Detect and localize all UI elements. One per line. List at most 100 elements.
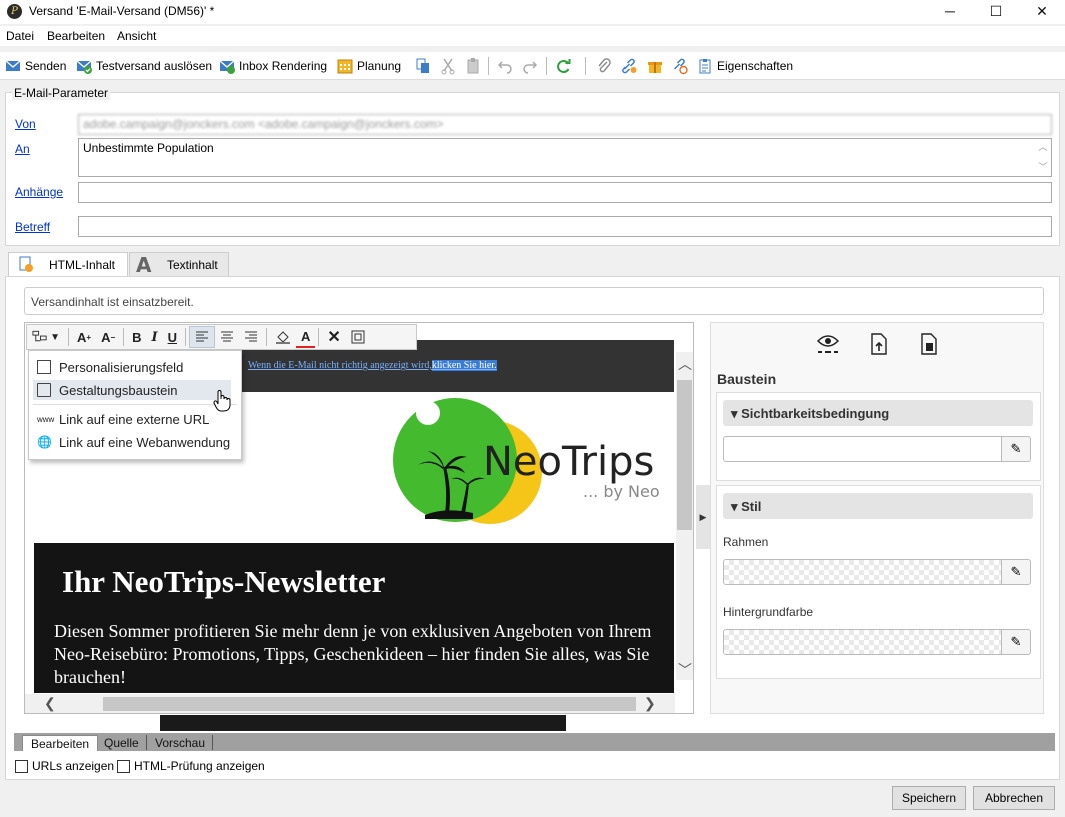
www-link-icon: www [37,414,55,424]
visibility-section-header[interactable]: ▾ Sichtbarkeitsbedingung [723,400,1033,426]
align-center-icon[interactable] [215,326,239,348]
remove-format-icon[interactable]: ✕ [322,326,345,348]
bold-icon[interactable]: B [127,326,146,348]
properties-label: Eigenschaften [717,59,794,73]
from-field[interactable]: adobe.campaign@jonckers.com <adobe.campa… [78,114,1052,135]
properties-button[interactable]: Eigenschaften [697,57,793,75]
html-check-checkbox-box[interactable] [117,759,130,773]
visibility-section-title: Sichtbarkeitsbedingung [741,406,890,421]
menu-item-personalization-field[interactable]: Personalisierungsfeld [37,357,183,377]
background-color-label: Hintergrundfarbe [723,605,814,619]
gift-icon[interactable] [647,57,663,75]
attachments-link[interactable]: Anhänge [15,185,63,199]
to-link[interactable]: An [15,142,30,156]
italic-icon[interactable]: I [147,326,163,348]
show-urls-checkbox[interactable]: URLs anzeigen [15,759,114,773]
subject-link[interactable]: Betreff [15,220,50,234]
scroll-up-icon[interactable]: ︿ [1035,139,1051,155]
menu-bearbeiten[interactable]: Bearbeiten [47,29,105,43]
visibility-condition-input[interactable] [723,436,1002,462]
test-send-button[interactable]: Testversand auslösen [76,57,212,75]
copy-icon[interactable] [415,57,431,75]
editor-horizontal-scroll-thumb[interactable] [103,697,636,711]
insert-dropdown-menu: Personalisierungsfeld Gestaltungsbaustei… [28,350,242,460]
attachments-field[interactable] [78,182,1052,203]
copy-document-icon[interactable] [919,333,939,355]
insert-block-icon [32,330,47,342]
redo-icon[interactable] [522,57,538,75]
globe-link-icon: 🌐 [37,435,52,449]
tab-separator [146,735,147,750]
scroll-down-arrow-icon[interactable]: ﹀ [678,660,692,680]
underline-icon[interactable]: U [163,326,182,348]
attachment-icon[interactable] [596,57,612,75]
undo-icon[interactable] [497,57,513,75]
font-size-decrease-icon[interactable]: A − [96,326,120,348]
upload-document-icon[interactable] [869,333,889,355]
close-window-button[interactable]: ✕ [1019,0,1065,24]
envelope-rendering-icon [219,60,235,74]
menu-item-content-block[interactable]: Gestaltungsbaustein [33,380,231,400]
scroll-down-icon[interactable]: ﹀ [1035,159,1051,175]
to-field-scrollbar[interactable]: ︿ ﹀ [1035,139,1051,176]
refresh-icon[interactable] [555,57,572,75]
properties-icon [699,59,711,74]
collapse-triangle-icon: ▾ [731,499,742,514]
edit-background-pencil-icon[interactable]: ✎ [1001,629,1031,655]
background-color-field[interactable] [723,629,1002,655]
menu-divider [33,404,237,405]
eye-preview-icon[interactable] [816,333,840,355]
send-button[interactable]: Senden [5,57,66,75]
inbox-rendering-button[interactable]: Inbox Rendering [219,57,327,75]
planning-button[interactable]: Planung [337,57,401,75]
menu-item-label: Link auf eine externe URL [59,411,210,427]
logo-subline: ... by Neo [583,482,660,501]
tab-edit[interactable]: Bearbeiten [22,735,99,751]
logo-wordmark: NeoTrips [483,439,654,485]
link-check-icon[interactable] [621,57,638,75]
cut-icon[interactable] [440,57,456,75]
hand-cursor-icon [213,390,231,412]
calendar-icon [337,59,353,74]
menu-item-web-application[interactable]: 🌐 Link auf eine Webanwendung [37,432,230,452]
border-value-field[interactable] [723,559,1002,585]
editor-vertical-scroll-thumb[interactable] [677,380,692,530]
font-color-icon[interactable]: A [296,326,316,348]
insert-table-icon[interactable] [346,326,370,348]
from-link[interactable]: Von [15,117,36,131]
paste-icon[interactable] [465,57,481,75]
edit-visibility-pencil-icon[interactable]: ✎ [1001,436,1031,462]
panel-splitter-chevron-right-icon[interactable]: ▶ [696,485,710,549]
menu-datei[interactable]: Datei [6,29,34,43]
tab-preview[interactable]: Vorschau [147,735,213,751]
style-section-header[interactable]: ▾ Stil [723,493,1033,519]
menu-item-external-url[interactable]: www Link auf eine externe URL [37,409,209,429]
align-right-icon[interactable] [239,326,263,348]
subject-field[interactable] [78,216,1052,237]
insert-dropdown-button[interactable]: ▼ [27,326,65,348]
menu-ansicht[interactable]: Ansicht [117,29,156,43]
block-panel-title: Baustein [717,371,777,387]
minimize-button[interactable]: ─ [927,0,973,24]
edit-border-pencil-icon[interactable]: ✎ [1001,559,1031,585]
fill-color-icon[interactable] [270,326,296,348]
show-urls-checkbox-box[interactable] [15,759,28,773]
view-in-browser-link[interactable]: Wenn die E-Mail nicht richtig angezeigt … [248,360,497,371]
scroll-left-arrow-icon[interactable]: ❮ [44,695,56,712]
link-block-icon[interactable] [671,57,688,75]
email-footer-strip [160,715,566,731]
to-field[interactable]: Unbestimmte Population [78,138,1052,177]
align-left-icon[interactable] [189,326,215,348]
cancel-button[interactable]: Abbrechen [973,786,1055,810]
save-button[interactable]: Speichern [892,786,966,810]
toolbar-separator [546,57,547,75]
editor-toolbar-separator [185,328,186,346]
html-check-checkbox[interactable]: HTML-Prüfung anzeigen [117,759,265,773]
scroll-up-arrow-icon[interactable]: ︿ [678,354,692,374]
menu-bar: Datei Bearbeiten Ansicht [0,26,1065,46]
text-content-icon: A [136,253,152,277]
tab-source[interactable]: Quelle [96,735,147,751]
font-size-increase-icon[interactable]: A + [72,326,96,348]
scroll-right-arrow-icon[interactable]: ❯ [644,695,656,712]
maximize-button[interactable]: ☐ [973,0,1019,24]
